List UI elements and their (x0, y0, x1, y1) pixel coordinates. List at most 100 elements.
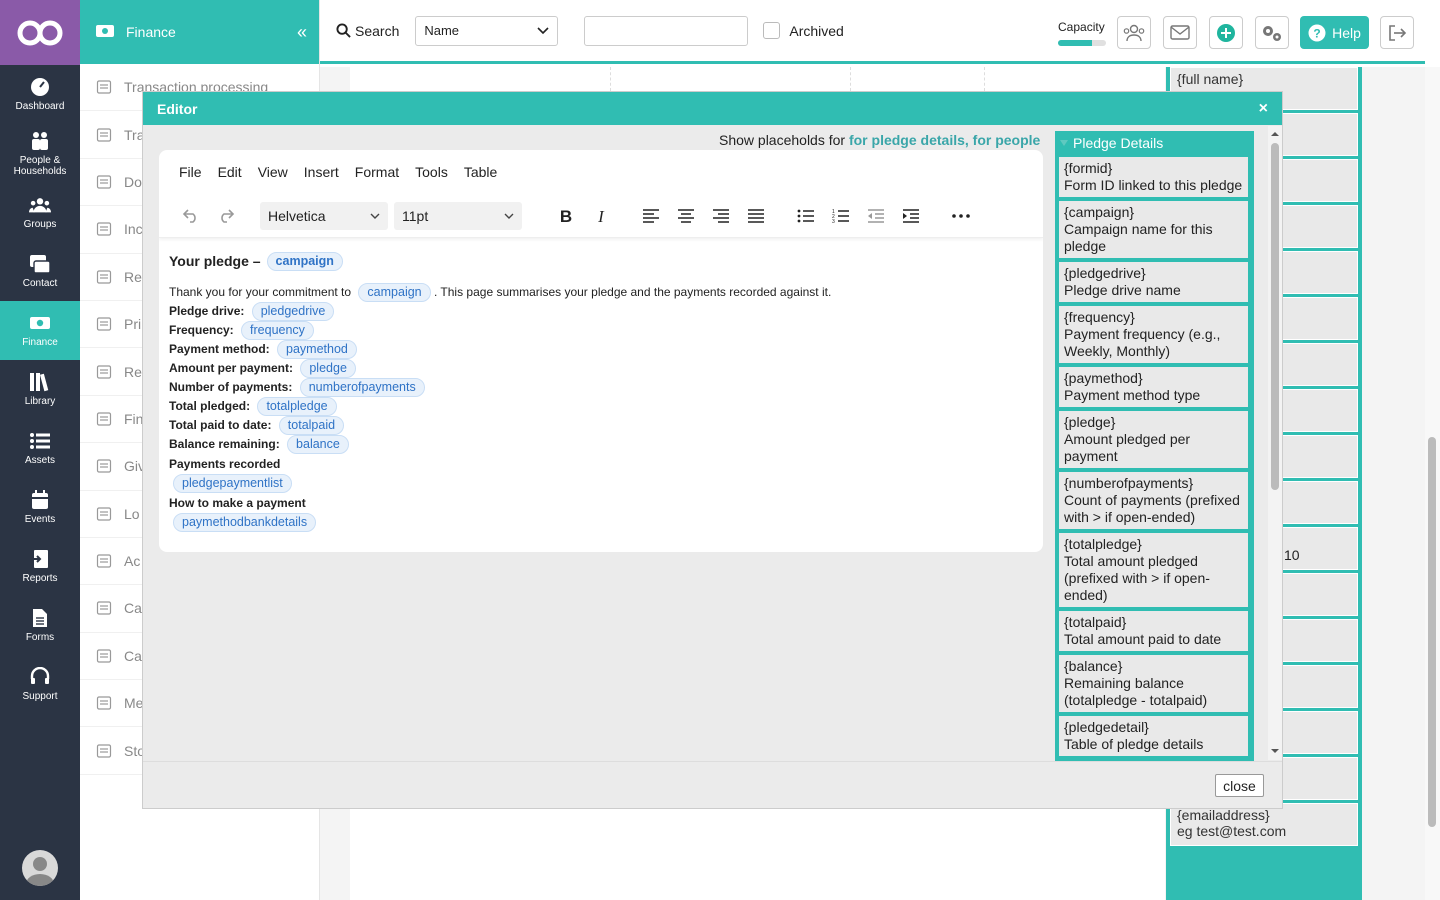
placeholder-chip[interactable]: totalpledge (257, 397, 337, 416)
placeholder-description: Campaign name for this pledge (1064, 221, 1213, 254)
nav-item-events[interactable]: Events (0, 478, 80, 537)
search-input[interactable] (584, 15, 749, 46)
logout-button[interactable] (1380, 16, 1414, 49)
nav-item-people[interactable]: People & Households (0, 124, 80, 183)
search-icon (336, 23, 351, 38)
placeholder-card[interactable]: {totalpledge} Total amount pledged (prefi… (1059, 533, 1248, 607)
people-link[interactable]: for people (973, 132, 1041, 148)
nav-item-support[interactable]: Support (0, 655, 80, 714)
nav-item-library[interactable]: Library (0, 360, 80, 419)
grid-divider (850, 67, 851, 91)
placeholder-card[interactable]: {formid} Form ID linked to this pledge (1059, 157, 1248, 197)
placeholder-chip[interactable]: paymethodbankdetails (173, 513, 317, 532)
bold-icon[interactable]: B (552, 202, 580, 230)
placeholder-chip[interactable]: paymethod (277, 340, 357, 359)
placeholder-card[interactable]: {pledgedetail} Table of pledge details (1059, 716, 1248, 756)
align-right-icon[interactable] (707, 202, 735, 230)
nav-item-assets[interactable]: Assets (0, 419, 80, 478)
nav-item-label: Contact (22, 278, 58, 290)
nav-item-groups[interactable]: Groups (0, 183, 80, 242)
nav-item-label: Library (24, 396, 56, 408)
help-label: Help (1332, 24, 1361, 41)
nav-item-label: Support (22, 691, 58, 703)
grid-divider (610, 67, 611, 91)
rich-text-editor[interactable]: File Edit View Insert Format Tools Table Helve… (159, 150, 1043, 552)
placeholder-card[interactable]: {pledgedrive} Pledge drive name (1059, 262, 1248, 302)
pledge-details-panel: Pledge Details {formid} Form ID linked to… (1055, 131, 1254, 761)
editor-toolbar: Helvetica 11pt B I 123 (159, 194, 1043, 238)
italic-icon[interactable]: I (587, 202, 615, 230)
menu-insert[interactable]: Insert (304, 164, 339, 180)
scroll-down-icon[interactable] (1268, 746, 1282, 756)
archived-checkbox[interactable] (763, 22, 781, 39)
outdent-icon[interactable] (862, 202, 890, 230)
subnav-item-icon (96, 695, 112, 711)
collapse-icon[interactable]: « (285, 22, 319, 43)
font-size-select[interactable]: 11pt (394, 201, 522, 230)
page-scrollbar[interactable] (1425, 67, 1440, 900)
user-avatar[interactable] (22, 850, 58, 886)
nav-item-dashboard[interactable]: Dashboard (0, 65, 80, 124)
editor-content[interactable]: Your pledge – campaign Thank you for you… (159, 238, 1043, 546)
nav-item-contact[interactable]: Contact (0, 242, 80, 301)
menu-tools[interactable]: Tools (415, 164, 448, 180)
align-center-icon[interactable] (672, 202, 700, 230)
font-family-select[interactable]: Helvetica (260, 201, 388, 230)
menu-edit[interactable]: Edit (218, 164, 242, 180)
placeholder-card[interactable]: {pledge} Amount pledged per payment (1059, 411, 1248, 468)
panel-scrollbar[interactable] (1268, 126, 1282, 760)
close-button[interactable]: close (1215, 774, 1264, 797)
bullet-list-icon[interactable] (792, 202, 820, 230)
placeholder-chip[interactable]: campaign (358, 283, 431, 302)
add-button[interactable] (1209, 16, 1243, 49)
placeholder-description: Amount pledged per payment (1064, 431, 1191, 464)
nav-item-reports[interactable]: Reports (0, 537, 80, 596)
app-logo[interactable] (0, 0, 80, 65)
placeholder-chip[interactable]: numberofpayments (299, 378, 425, 397)
indent-icon[interactable] (897, 202, 925, 230)
undo-icon[interactable] (177, 202, 205, 230)
placeholder-chip[interactable]: totalpaid (278, 416, 345, 435)
search-button[interactable]: Search (336, 23, 399, 39)
page-scroll-thumb[interactable] (1428, 437, 1436, 827)
placeholder-chip[interactable]: frequency (241, 321, 314, 340)
capacity-label: Capacity (1058, 20, 1105, 34)
more-icon[interactable] (947, 202, 975, 230)
menu-table[interactable]: Table (464, 164, 497, 180)
subnav-item-icon (96, 316, 112, 332)
pledge-details-header[interactable]: Pledge Details (1055, 131, 1254, 155)
scroll-up-icon[interactable] (1268, 129, 1282, 139)
settings-button[interactable] (1255, 16, 1289, 49)
placeholder-card[interactable]: {numberofpayments} Count of payments (pre… (1059, 472, 1248, 529)
placeholder-card[interactable]: {paymethod} Payment method type (1059, 367, 1248, 407)
placeholder-chip[interactable]: balance (287, 435, 349, 454)
numbered-list-icon[interactable]: 123 (827, 202, 855, 230)
menu-file[interactable]: File (179, 164, 202, 180)
placeholder-card[interactable]: {totalpaid} Total amount paid to date (1059, 611, 1248, 651)
align-justify-icon[interactable] (742, 202, 770, 230)
placeholder-card[interactable]: {campaign} Campaign name for this pledge (1059, 201, 1248, 258)
close-icon[interactable]: × (1259, 100, 1268, 118)
placeholder-chip[interactable]: pledgedrive (251, 302, 335, 321)
mail-button[interactable] (1163, 16, 1197, 49)
people-button[interactable] (1117, 16, 1151, 49)
pledge-details-link[interactable]: for pledge details, (849, 132, 969, 148)
placeholder-key: {numberofpayments} (1064, 475, 1194, 491)
subnav-item-icon (96, 458, 112, 474)
placeholder-chip[interactable]: pledgepaymentlist (173, 474, 292, 493)
search-field-select[interactable]: Name (415, 15, 559, 46)
redo-icon[interactable] (212, 202, 240, 230)
assets-icon (29, 430, 51, 452)
align-left-icon[interactable] (637, 202, 665, 230)
placeholder-card[interactable]: {frequency} Payment frequency (e.g., Week… (1059, 306, 1248, 363)
placeholder-chip[interactable]: campaign (266, 252, 343, 271)
menu-format[interactable]: Format (355, 164, 399, 180)
panel-scroll-thumb[interactable] (1271, 143, 1279, 490)
placeholder-chip[interactable]: pledge (300, 359, 356, 378)
nav-item-forms[interactable]: Forms (0, 596, 80, 655)
caret-down-icon (1060, 140, 1068, 146)
menu-view[interactable]: View (258, 164, 288, 180)
help-button[interactable]: ? Help (1300, 16, 1369, 49)
placeholder-card[interactable]: {balance} Remaining balance (totalpledge … (1059, 655, 1248, 712)
nav-item-finance[interactable]: Finance (0, 301, 80, 360)
